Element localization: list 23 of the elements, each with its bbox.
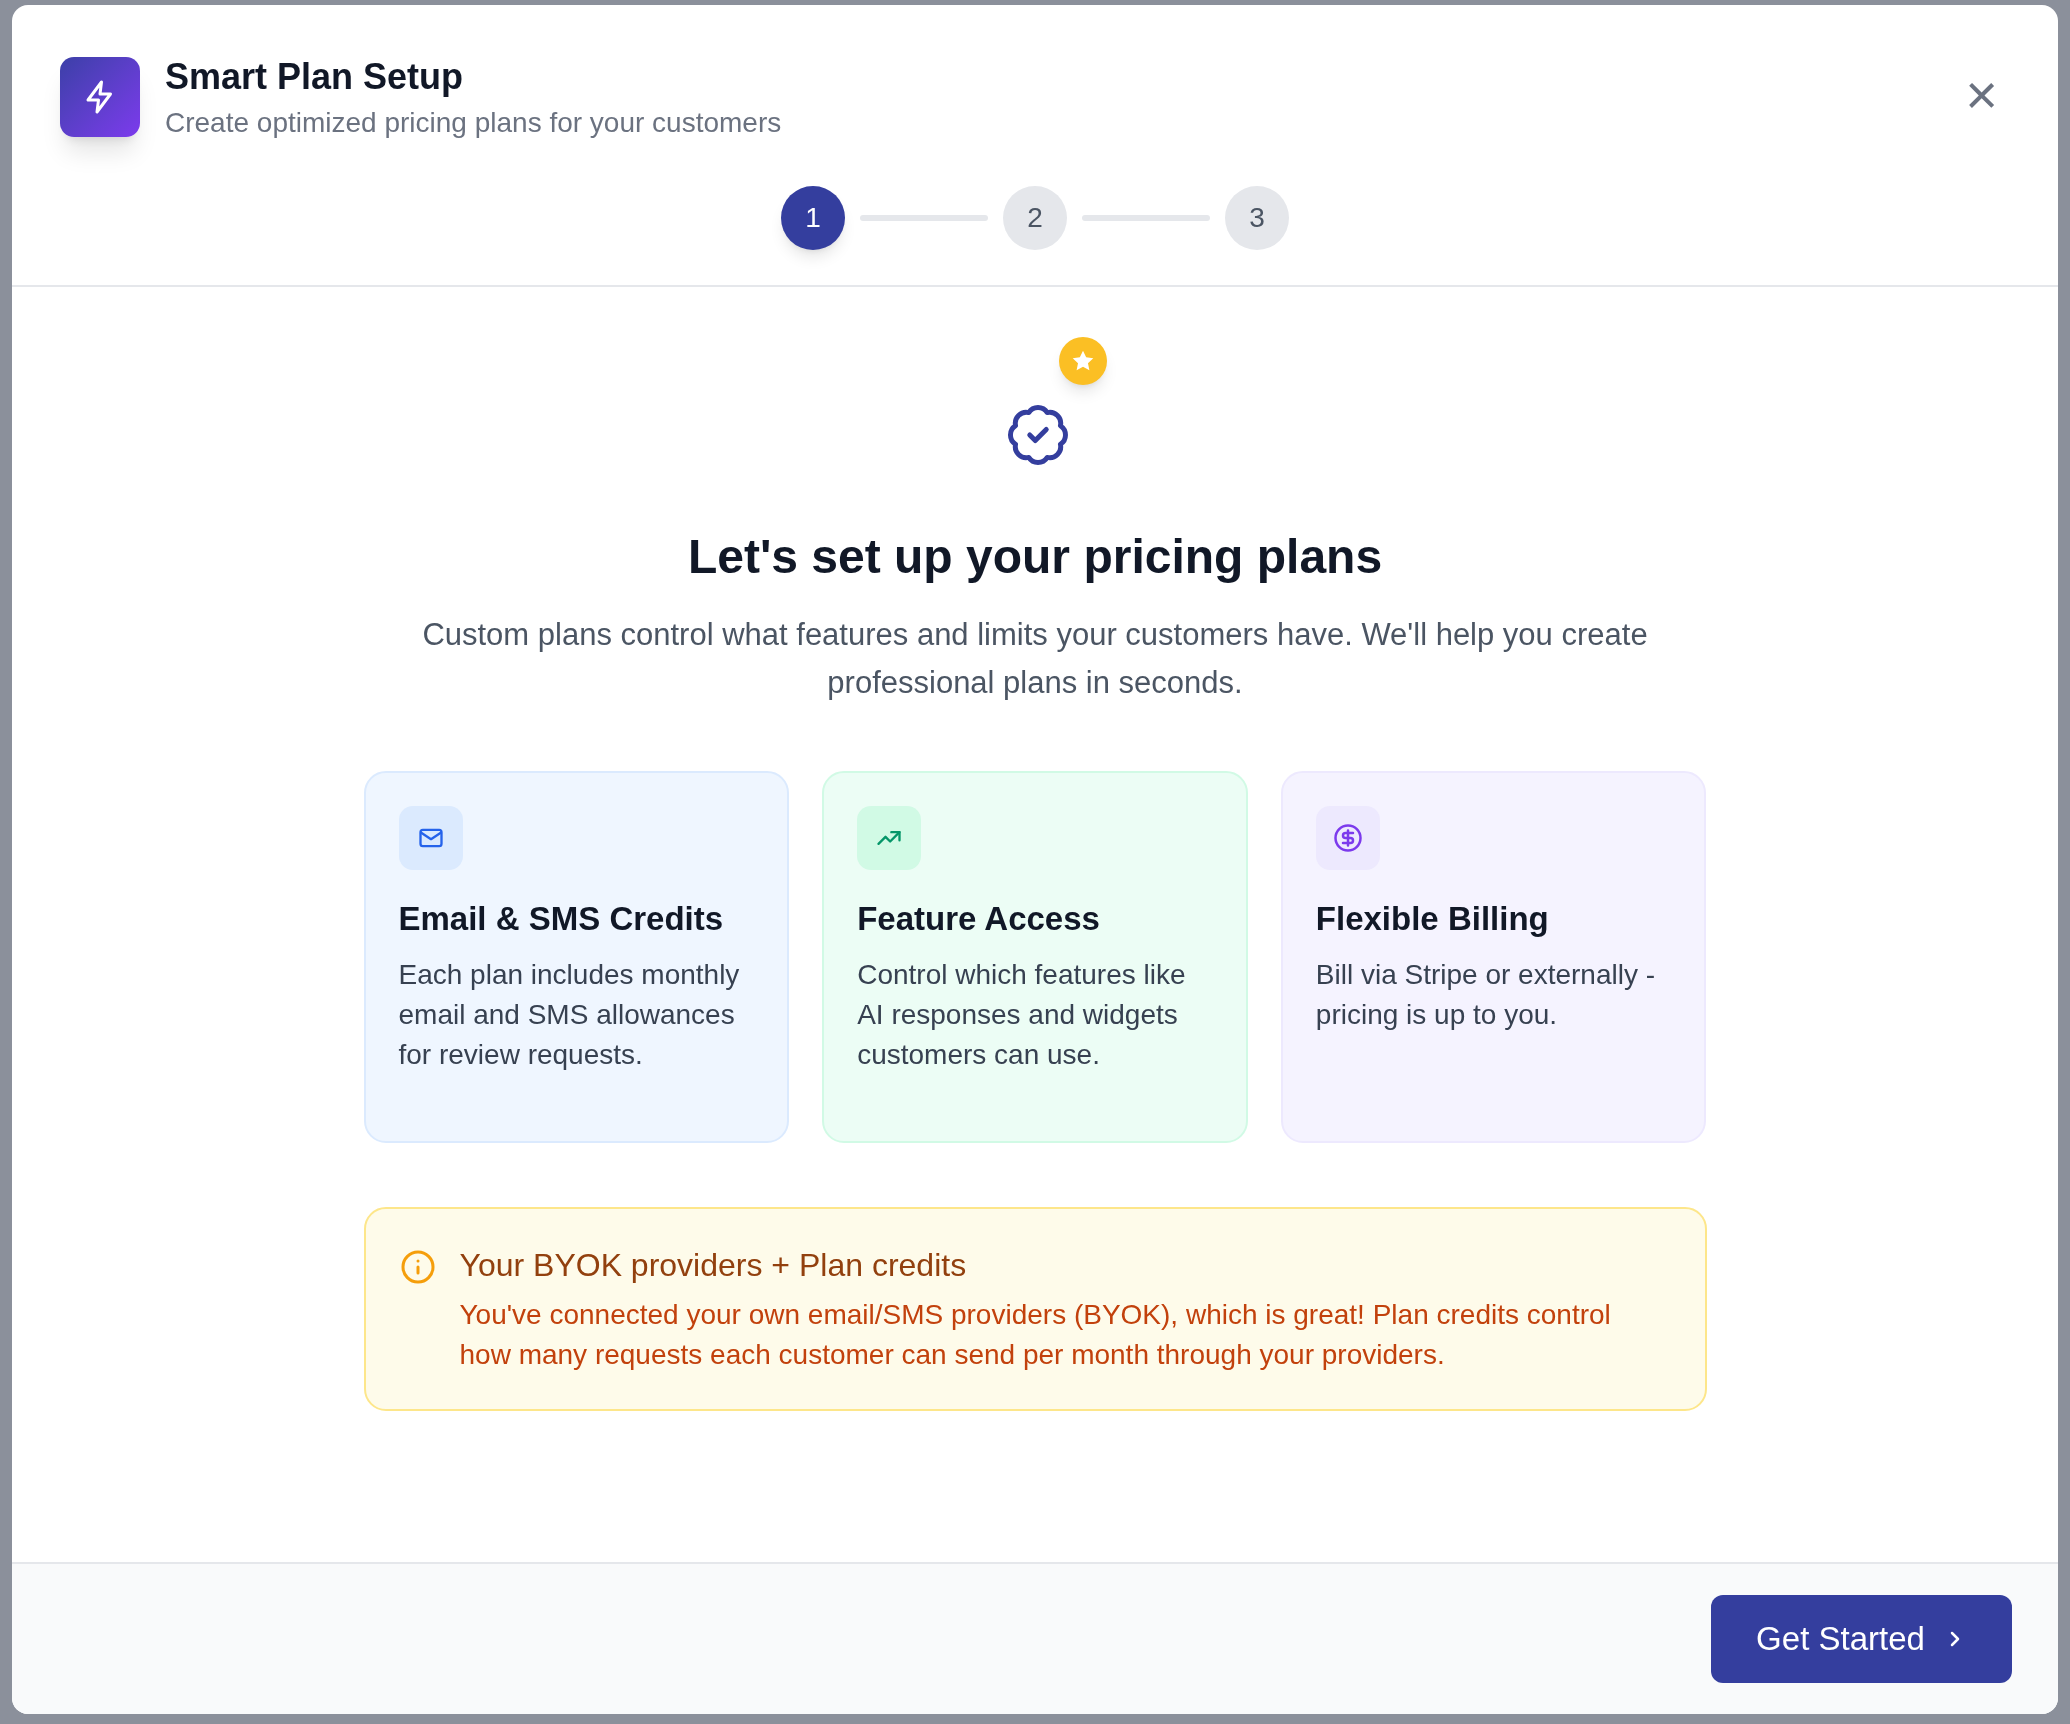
mail-icon bbox=[398, 806, 463, 870]
step-indicator: 1 bbox=[781, 186, 845, 250]
dialog-subtitle: Create optimized pricing plans for your customers bbox=[165, 106, 782, 140]
close-button[interactable]: × bbox=[1965, 67, 1998, 123]
badge-check-icon bbox=[1005, 402, 1071, 468]
dialog-title: Smart Plan Setup bbox=[165, 55, 465, 99]
step-indicator: 2 bbox=[1003, 186, 1067, 250]
feature-title: Flexible Billing bbox=[1315, 899, 1550, 939]
feature-title: Feature Access bbox=[857, 899, 1101, 939]
feature-title: Email & SMS Credits bbox=[398, 899, 725, 939]
notice-text: You've connected your own email/SMS providers (BYOK), which is great! Plan credits control how many requests each customer can send per month through your providers. bbox=[459, 1298, 1612, 1372]
step-indicator: 3 bbox=[1225, 186, 1289, 250]
get-started-button[interactable]: Get Started bbox=[1711, 1595, 2012, 1683]
intro-text: Custom plans control what features and limits your customers have. We'll help you create professional plans in seconds. bbox=[421, 616, 1649, 702]
dollar-icon bbox=[1315, 806, 1380, 870]
trending-up-icon bbox=[857, 806, 922, 870]
intro-heading: Let's set up your pricing plans bbox=[687, 529, 1383, 585]
info-icon bbox=[399, 1249, 436, 1285]
lightning-icon bbox=[60, 57, 140, 137]
notice-title: Your BYOK providers + Plan credits bbox=[459, 1246, 968, 1285]
feature-text: Bill via Stripe or externally - pricing is up to you. bbox=[1315, 958, 1657, 1033]
feature-text: Each plan includes monthly email and SMS allowances for review requests. bbox=[398, 958, 741, 1073]
feature-text: Control which features like AI responses and widgets customers can use. bbox=[857, 958, 1187, 1073]
